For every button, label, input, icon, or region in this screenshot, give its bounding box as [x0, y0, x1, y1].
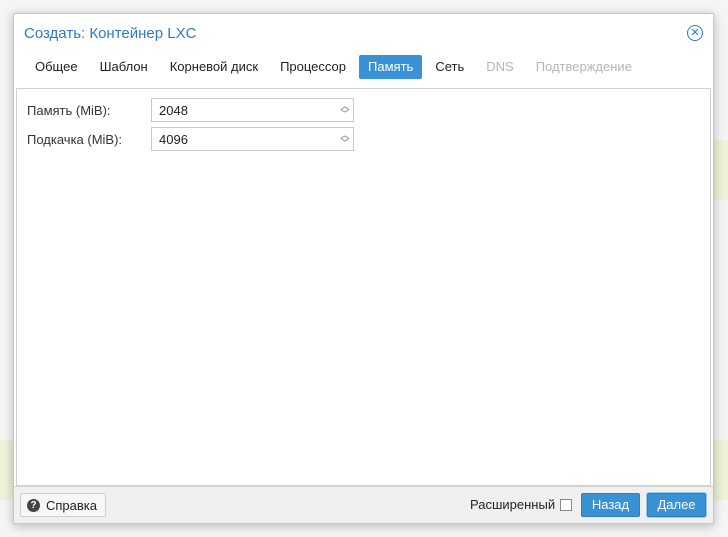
question-icon: ? — [27, 498, 40, 512]
close-icon[interactable]: ✕ — [687, 25, 703, 41]
advanced-toggle: Расширенный — [470, 497, 573, 512]
swap-label: Подкачка (MiB): — [27, 131, 123, 147]
tab-cpu[interactable]: Процессор — [271, 55, 355, 79]
swap-stepper[interactable]: ︿ ﹀ — [337, 128, 353, 150]
memory-row: Память (MiB): ︿ ﹀ — [27, 98, 354, 122]
memory-stepper[interactable]: ︿ ﹀ — [337, 99, 353, 121]
advanced-label: Расширенный — [470, 497, 556, 512]
swap-input[interactable] — [152, 130, 321, 148]
tab-network[interactable]: Сеть — [426, 55, 473, 79]
create-container-dialog: Создать: Контейнер LXC ✕ Общее Шаблон Ко… — [13, 13, 714, 524]
memory-spinner: ︿ ﹀ — [151, 98, 354, 122]
help-label: Справка — [46, 497, 97, 513]
chevron-down-icon[interactable]: ﹀ — [340, 139, 349, 148]
dialog-title: Создать: Контейнер LXC — [24, 24, 197, 42]
tab-dns: DNS — [486, 59, 514, 74]
swap-row: Подкачка (MiB): ︿ ﹀ — [27, 127, 354, 151]
dialog-footer: ? Справка Расширенный Назад Далее — [14, 486, 713, 523]
swap-spinner: ︿ ﹀ — [151, 127, 354, 151]
tab-root-disk[interactable]: Корневой диск — [161, 55, 267, 79]
tab-memory[interactable]: Память — [359, 55, 423, 79]
next-button[interactable]: Далее — [647, 493, 706, 517]
memory-panel: Память (MiB): ︿ ﹀ Подкачка (MiB): ︿ ﹀ — [16, 88, 711, 486]
wizard-tabs: Общее Шаблон Корневой диск Процессор Пам… — [14, 52, 713, 82]
tab-template[interactable]: Шаблон — [91, 55, 157, 79]
advanced-checkbox[interactable] — [560, 498, 573, 511]
help-button[interactable]: ? Справка — [20, 493, 106, 517]
tab-confirm: Подтверждение — [535, 59, 632, 74]
memory-input[interactable] — [152, 101, 321, 119]
back-button[interactable]: Назад — [581, 493, 640, 517]
dialog-titlebar: Создать: Контейнер LXC ✕ — [14, 14, 713, 52]
tab-general[interactable]: Общее — [26, 55, 87, 79]
chevron-down-icon[interactable]: ﹀ — [340, 110, 349, 119]
memory-label: Память (MiB): — [27, 102, 111, 118]
